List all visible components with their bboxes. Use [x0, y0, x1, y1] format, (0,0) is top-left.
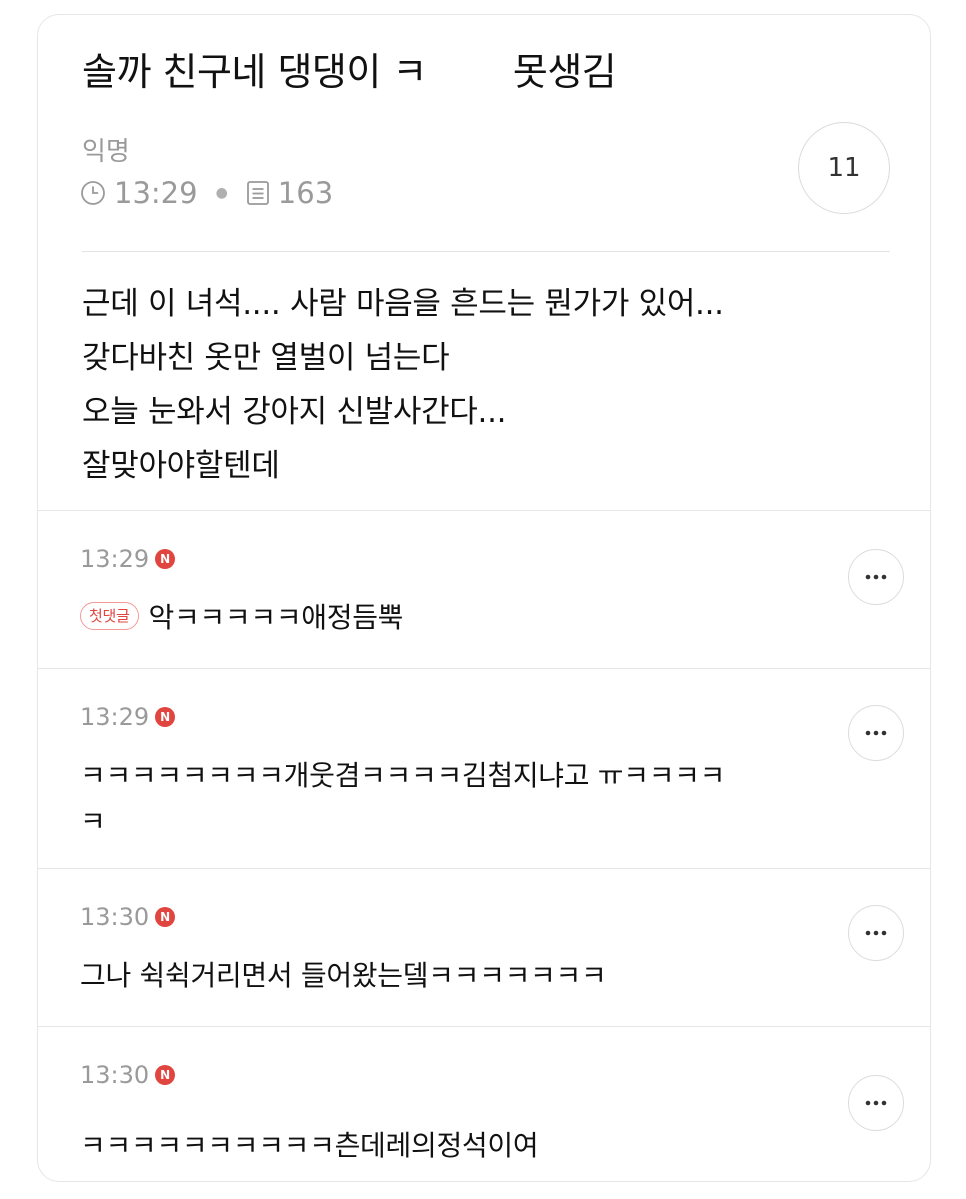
- comment-time: 13:29: [80, 703, 150, 731]
- comment-time-row: 13:30 N: [80, 1061, 176, 1089]
- more-options-button[interactable]: [848, 705, 904, 761]
- post-body: 근데 이 녀석.... 사람 마음을 흔드는 뭔가가 있어... 갖다바친 옷만…: [82, 277, 892, 493]
- comment-time-row: 13:30 N: [80, 903, 176, 931]
- comment-text: 첫댓글 악ㅋㅋㅋㅋㅋ애정듬뿍: [80, 595, 403, 641]
- post-time: 13:29: [114, 176, 198, 210]
- post-views: 163: [277, 176, 334, 210]
- more-icon: [865, 1100, 887, 1106]
- new-badge: N: [155, 707, 176, 727]
- more-options-button[interactable]: [848, 549, 904, 605]
- clock-icon: [80, 180, 106, 206]
- new-badge: N: [155, 549, 176, 569]
- new-badge: N: [155, 1065, 176, 1085]
- comment-text: ㅋㅋㅋㅋㅋㅋㅋㅋㅋㅋ츤데레의정석이여: [80, 1123, 539, 1169]
- comment-text-line: 악ㅋㅋㅋㅋㅋ애정듬뿍: [148, 601, 404, 634]
- comment-time: 13:29: [80, 545, 150, 573]
- more-options-button[interactable]: [848, 1075, 904, 1131]
- comment-text-line: 그나 쉭쉭거리면서 들어왔는뎈ㅋㅋㅋㅋㅋㅋㅋ: [80, 959, 607, 992]
- comment-text-line: ㅋㅋㅋㅋㅋㅋㅋㅋ개웃겸ㅋㅋㅋㅋ김첨지냐고 ㅠㅋㅋㅋㅋ: [80, 759, 726, 792]
- post-body-line: 근데 이 녀석.... 사람 마음을 흔드는 뭔가가 있어...: [82, 286, 724, 322]
- comment-text: ㅋㅋㅋㅋㅋㅋㅋㅋ개웃겸ㅋㅋㅋㅋ김첨지냐고 ㅠㅋㅋㅋㅋ ㅋ: [80, 753, 725, 845]
- comment-count-button[interactable]: 11: [798, 122, 890, 214]
- first-comment-badge: 첫댓글: [80, 602, 139, 630]
- more-icon: [865, 930, 887, 936]
- comment-text-line: ㅋ: [80, 805, 106, 838]
- post-title-part1: 솔까 친구네 댕댕이 ㅋ: [82, 50, 427, 94]
- divider: [82, 251, 890, 252]
- post-title-part2: 못생김: [512, 50, 617, 94]
- comment-text: 그나 쉭쉭거리면서 들어왔는뎈ㅋㅋㅋㅋㅋㅋㅋ: [80, 953, 607, 999]
- comment-item: 13:30 N 그나 쉭쉭거리면서 들어왔는뎈ㅋㅋㅋㅋㅋㅋㅋ: [38, 868, 930, 1026]
- comment-time: 13:30: [80, 1061, 150, 1089]
- meta-separator: ●: [215, 185, 228, 201]
- post-author: 익명: [82, 137, 130, 167]
- document-icon: [246, 180, 270, 206]
- more-icon: [865, 730, 887, 736]
- post-body-line: 오늘 눈와서 강아지 신발사간다...: [82, 394, 507, 430]
- post-meta: 13:29 ● 163: [80, 175, 333, 211]
- comment-time-row: 13:29 N: [80, 703, 176, 731]
- more-icon: [865, 574, 887, 580]
- comment-text-line: ㅋㅋㅋㅋㅋㅋㅋㅋㅋㅋ츤데레의정석이여: [80, 1129, 539, 1162]
- post-title: 솔까 친구네 댕댕이 ㅋ 못생김: [82, 41, 617, 96]
- post-body-line: 갖다바친 옷만 열벌이 넘는다: [82, 340, 450, 376]
- new-badge: N: [155, 907, 176, 927]
- comment-time-row: 13:29 N: [80, 545, 176, 573]
- comment-item: 13:30 N ㅋㅋㅋㅋㅋㅋㅋㅋㅋㅋ츤데레의정석이여: [38, 1026, 930, 1181]
- comment-time: 13:30: [80, 903, 150, 931]
- post-body-line: 잘맞아야할텐데: [82, 448, 280, 484]
- post-card: 솔까 친구네 댕댕이 ㅋ 못생김 익명 13:29 ● 163 11 근데 이 녀…: [37, 14, 931, 1182]
- more-options-button[interactable]: [848, 905, 904, 961]
- comment-item: 13:29 N ㅋㅋㅋㅋㅋㅋㅋㅋ개웃겸ㅋㅋㅋㅋ김첨지냐고 ㅠㅋㅋㅋㅋ ㅋ: [38, 668, 930, 868]
- comment-item: 13:29 N 첫댓글 악ㅋㅋㅋㅋㅋ애정듬뿍: [38, 510, 930, 668]
